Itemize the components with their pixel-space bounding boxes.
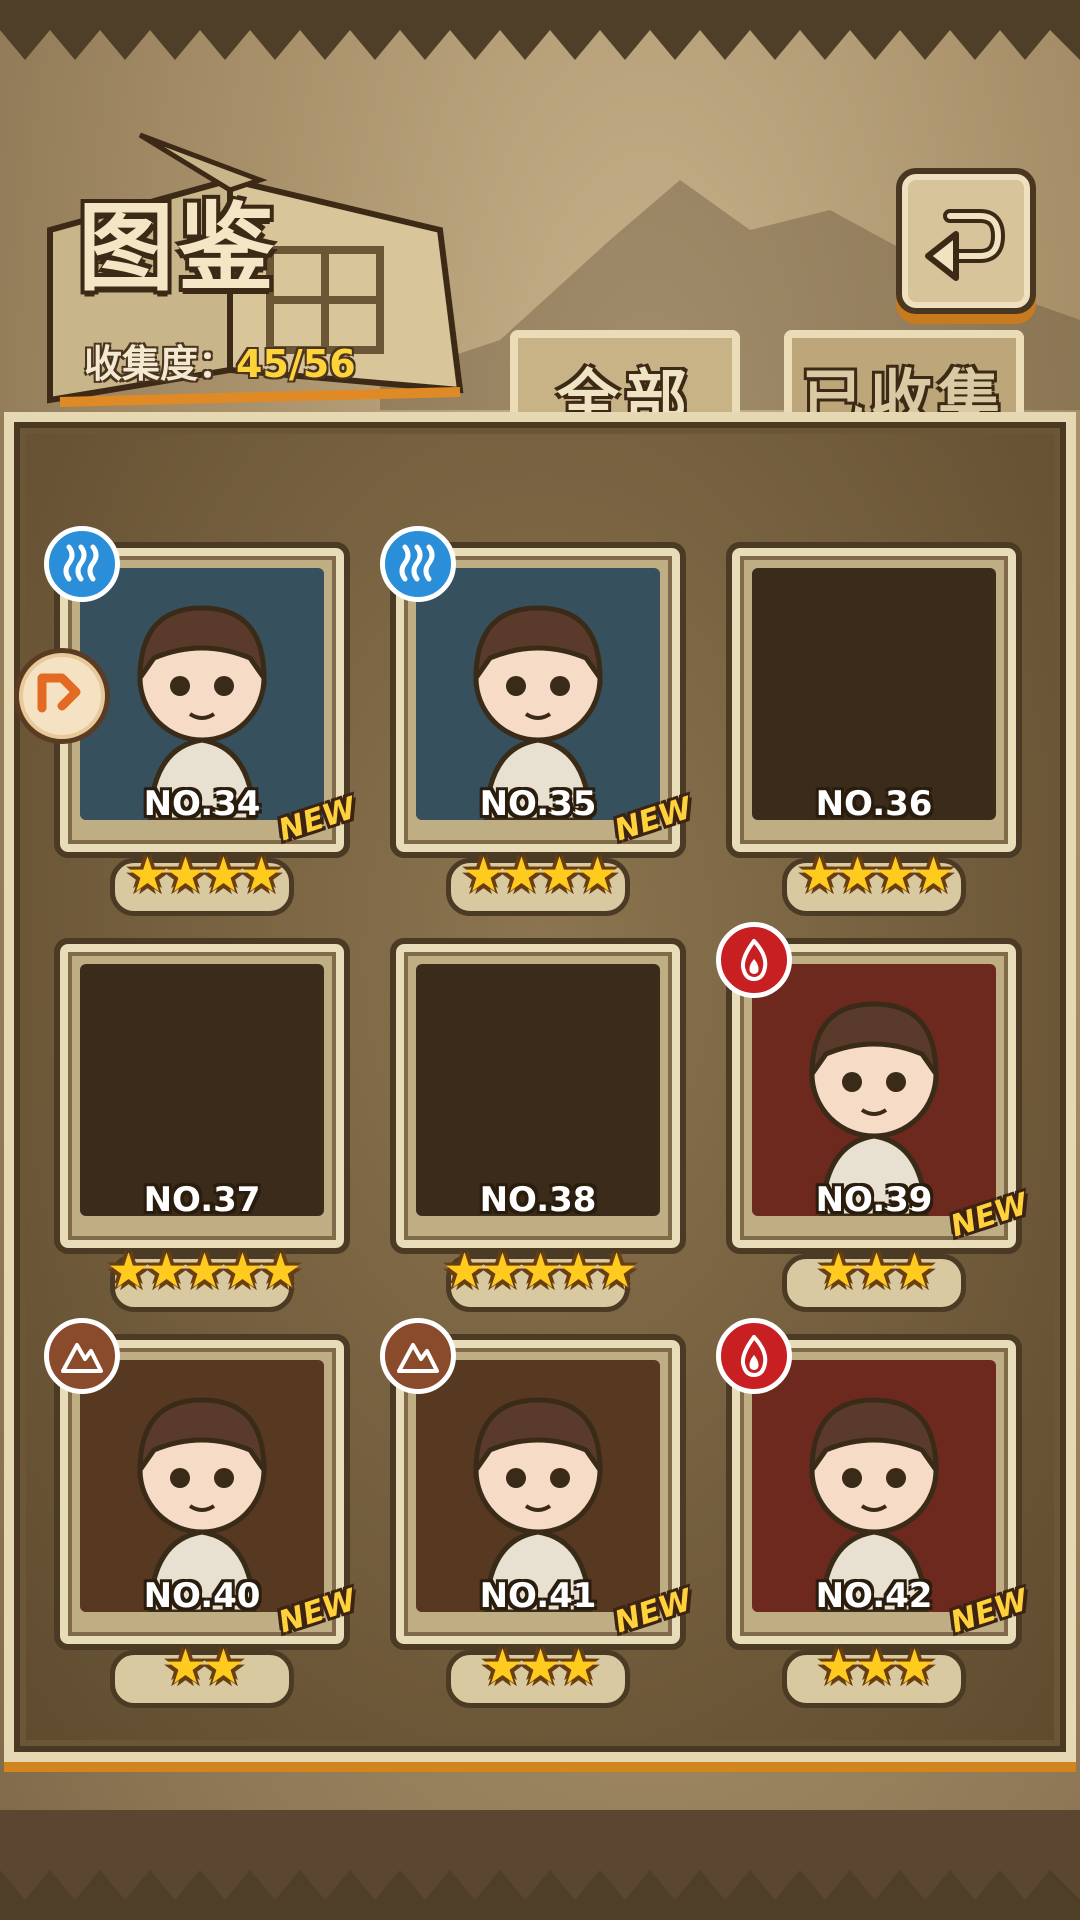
star-rating: ★ ★ ★ [382, 1642, 694, 1698]
character-art [416, 1360, 660, 1612]
star-rating: ★ ★ ★ [718, 1246, 1030, 1302]
star-icon: ★ [817, 1243, 861, 1299]
star-icon: ★ [240, 847, 284, 903]
back-button[interactable] [896, 168, 1036, 314]
collection-card[interactable]: NO.37 ★ ★ ★ ★ ★ [46, 928, 358, 1312]
water-icon [399, 544, 435, 582]
return-arrow-icon [925, 209, 1006, 281]
star-rating: ★ ★ ★ ★ [46, 850, 358, 906]
star-icon: ★ [855, 1639, 899, 1695]
star-icon: ★ [462, 847, 506, 903]
star-icon: ★ [538, 847, 582, 903]
character-portrait [752, 1360, 996, 1612]
element-badge [44, 1318, 120, 1394]
star-icon: ★ [893, 1243, 937, 1299]
scroll-indicator-badge[interactable] [14, 648, 110, 744]
star-icon: ★ [259, 1243, 303, 1299]
star-icon: ★ [183, 1243, 227, 1299]
character-portrait [416, 568, 660, 820]
star-icon: ★ [855, 1243, 899, 1299]
earth-icon [397, 1343, 439, 1373]
collection-card[interactable]: NO.42 ★ ★ ★ NEW [716, 1318, 1032, 1708]
water-icon [63, 544, 99, 582]
star-icon: ★ [481, 1639, 525, 1695]
star-icon: ★ [126, 847, 170, 903]
page-title: 图鉴 [78, 192, 278, 304]
element-badge [716, 1318, 792, 1394]
collection-card[interactable]: NO.39 ★ ★ ★ NEW [716, 922, 1032, 1312]
star-icon: ★ [519, 1639, 563, 1695]
star-icon: ★ [836, 847, 880, 903]
locked-silhouette [416, 964, 660, 1216]
character-portrait [80, 1360, 324, 1612]
locked-silhouette [752, 568, 996, 820]
top-zigzag-border [0, 0, 1080, 60]
star-icon: ★ [817, 1639, 861, 1695]
star-icon: ★ [221, 1243, 265, 1299]
earth-icon [61, 1343, 103, 1373]
collection-card[interactable]: NO.41 ★ ★ ★ NEW [380, 1318, 696, 1708]
collection-card[interactable]: NO.38 ★ ★ ★ ★ ★ [382, 928, 694, 1312]
character-portrait [752, 964, 996, 1216]
collection-card[interactable]: NO.35 ★ ★ ★ ★ NEW [380, 526, 696, 916]
character-art [752, 1360, 996, 1612]
character-art [416, 568, 660, 820]
star-icon: ★ [576, 847, 620, 903]
fire-icon [740, 939, 768, 981]
collection-card[interactable]: NO.40 ★ ★ NEW [44, 1318, 360, 1708]
star-rating: ★ ★ ★ [718, 1642, 1030, 1698]
star-icon: ★ [874, 847, 918, 903]
star-icon: ★ [164, 1639, 208, 1695]
star-icon: ★ [107, 1243, 151, 1299]
star-icon: ★ [145, 1243, 189, 1299]
star-icon: ★ [500, 847, 544, 903]
element-badge [44, 526, 120, 602]
character-portrait [416, 1360, 660, 1612]
collection-label: 收集度： [84, 342, 237, 386]
star-icon: ★ [595, 1243, 639, 1299]
bottom-zigzag-border [0, 1810, 1080, 1920]
fire-icon [740, 1335, 768, 1377]
star-icon: ★ [443, 1243, 487, 1299]
element-badge [380, 1318, 456, 1394]
character-portrait [80, 568, 324, 820]
star-icon: ★ [202, 1639, 246, 1695]
star-rating: ★ ★ ★ ★ ★ [46, 1246, 358, 1302]
card-number: NO.36 [815, 784, 933, 824]
star-rating: ★ ★ ★ ★ ★ [382, 1246, 694, 1302]
star-icon: ★ [202, 847, 246, 903]
locked-silhouette [80, 964, 324, 1216]
card-number: NO.38 [479, 1180, 597, 1220]
collection-count: 45/56 [236, 342, 356, 386]
element-badge [716, 922, 792, 998]
star-icon: ★ [912, 847, 956, 903]
star-icon: ★ [164, 847, 208, 903]
star-icon: ★ [481, 1243, 525, 1299]
character-art [752, 964, 996, 1216]
collection-card[interactable]: NO.36 ★ ★ ★ ★ [718, 532, 1030, 916]
character-art [80, 1360, 324, 1612]
star-icon: ★ [557, 1639, 601, 1695]
star-icon: ★ [893, 1639, 937, 1695]
star-rating: ★ ★ ★ ★ [718, 850, 1030, 906]
collection-progress: 收集度：45/56 [84, 333, 356, 388]
star-rating: ★ ★ [46, 1642, 358, 1698]
star-rating: ★ ★ ★ ★ [382, 850, 694, 906]
star-icon: ★ [798, 847, 842, 903]
card-number: NO.37 [143, 1180, 261, 1220]
element-badge [380, 526, 456, 602]
character-art [80, 568, 324, 820]
arrow-right-icon [37, 673, 81, 713]
star-icon: ★ [519, 1243, 563, 1299]
star-icon: ★ [557, 1243, 601, 1299]
